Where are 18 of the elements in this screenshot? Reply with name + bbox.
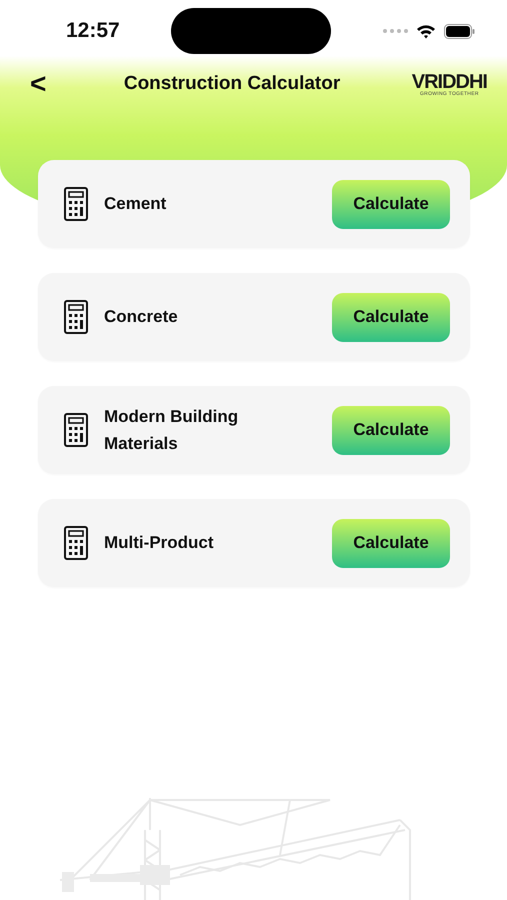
calculator-icon [64, 187, 88, 221]
back-button[interactable]: < [24, 70, 52, 98]
calculate-button[interactable]: Calculate [332, 406, 450, 454]
calculator-label: Modern Building Materials [104, 406, 240, 455]
calculator-label: Multi-Product [104, 532, 214, 554]
battery-icon [444, 24, 475, 38]
calculator-icon [64, 413, 88, 447]
wifi-icon [416, 24, 436, 38]
calculator-icon [64, 300, 88, 334]
calculator-label: Concrete [104, 306, 178, 328]
calculate-button[interactable]: Calculate [332, 292, 450, 342]
calculator-icon [64, 526, 88, 560]
status-time: 12:57 [66, 18, 120, 44]
page-title: Construction Calculator [124, 72, 340, 96]
calculator-label: Cement [104, 193, 166, 216]
calculate-button[interactable]: Calculate [332, 180, 450, 228]
signal-icon [382, 28, 408, 34]
calculate-button[interactable]: Calculate [332, 518, 450, 568]
